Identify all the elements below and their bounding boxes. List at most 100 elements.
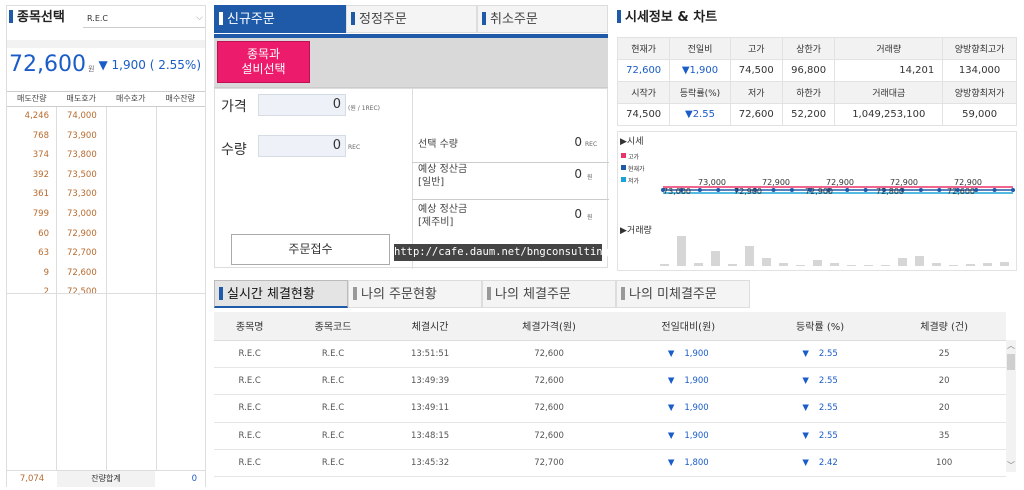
hdr-lower-limit: 하한가 [781,81,836,104]
cell-price: 72,600 [479,340,619,368]
stock-select-title-text: 종목선택 [17,10,65,25]
market-info-title-text: 시세정보 & 차트 [625,10,718,25]
down-triangle-icon: ▼ [667,403,675,414]
tab-cancel-order[interactable]: 취소주문 [477,5,608,33]
val-volume: 14,201 [834,59,944,82]
volume-bar [966,264,975,266]
value: 1,800 [684,458,709,469]
trades-table: 종목명 종목코드 체결시간 체결가격(원) 전일대비(원) 등락률 (%) 체결… [214,312,1006,478]
volume-bar [728,264,737,266]
hdr-open: 시작가 [616,81,671,104]
tab-bar-icon [353,287,357,300]
table-row[interactable]: R.E.C R.E.C 13:48:15 72,600 ▼ 1,900 ▼ 2.55 35 [214,422,1006,451]
price-chart: ▶시세 고가 현재가 저가 73,000 72,900 72,900 72,900 72,900… [617,131,1024,271]
tab-bar-icon [487,287,491,300]
header-bid-price: 매수호가 [116,94,146,103]
price-unit: (원 / 1REC) [348,105,381,112]
tab-my-filled[interactable]: 나의 체결주문 [482,280,616,308]
tab-new-order[interactable]: 신규주문 [214,5,346,33]
ask-qty: 361 [32,189,49,200]
price-change: ▼ 1,900 ( 2.55%) [98,58,201,72]
value: 1,900 [684,348,709,359]
divider [7,40,205,48]
volume-bar [1000,262,1009,266]
val-rate: ▼2.55 [669,103,731,126]
value: 1,900 [684,403,709,414]
chevron-down-icon: ⌵ [196,13,203,23]
data-point [1011,188,1015,192]
quantity-input[interactable]: 0 [258,135,346,157]
down-triangle-icon: ▼ [802,376,809,387]
divider [412,199,609,200]
cell-code: R.E.C [285,367,381,396]
selected-qty-value: 0 [574,135,582,149]
trade-tabs: 실시간 체결현황 나의 주문현황 나의 체결주문 나의 미체결주문 [214,280,1014,308]
ask-qty: 768 [32,130,49,141]
tab-modify-order[interactable]: 정정주문 [346,5,477,33]
tab-bar-icon [351,12,355,25]
submit-order-button[interactable]: 주문접수 [231,234,390,265]
tab-my-orders[interactable]: 나의 주문현황 [348,280,482,308]
val-bidir-low: 59,000 [942,103,1017,126]
market-header-row: 현재가 전일비 고가 상한가 거래량 양방향최고가 [616,37,1017,60]
ask-price: 73,900 [67,130,97,141]
legend-swatch [621,177,626,182]
table-row[interactable]: R.E.C R.E.C 13:49:39 72,600 ▼ 1,900 ▼ 2.55 20 [214,367,1006,396]
scroll-up-icon[interactable]: ︿ [1006,340,1016,352]
market-info-table: 현재가 전일비 고가 상한가 거래량 양방향최고가 72,600 ▼1,900 … [616,37,1017,126]
total-ask-qty: 7,074 [19,474,45,484]
tab-my-unfilled[interactable]: 나의 미체결주문 [616,280,750,308]
volume-bar [796,265,805,266]
hdr-trade-amount: 거래대금 [834,81,944,104]
cell-name: R.E.C [214,340,286,368]
value: 2.55 [818,430,838,441]
table-row[interactable]: R.E.C R.E.C 13:51:51 72,600 ▼ 1,900 ▼ 2.55 25 [214,340,1006,368]
ask-qty: 60 [38,228,49,239]
down-triangle-icon: ▼ [802,458,809,469]
hdr-bidir-high: 양방향최고가 [942,37,1017,60]
cell-rate: ▼ 2.55 [757,340,883,368]
table-row[interactable]: R.E.C R.E.C 13:45:32 72,700 ▼ 1,800 ▼ 2.42 100 [214,449,1006,478]
hdr-current: 현재가 [616,37,671,60]
trades-header-row: 종목명 종목코드 체결시간 체결가격(원) 전일대비(원) 등락률 (%) 체결… [214,312,1006,341]
tab-my-unfilled-label: 나의 미체결주문 [629,287,717,302]
select-item-facility-button[interactable]: 종목과 설비선택 [217,41,310,83]
divider [412,89,413,269]
tab-realtime-trades[interactable]: 실시간 체결현황 [214,280,348,308]
cell-price: 72,700 [479,449,619,478]
tab-my-orders-label: 나의 주문현황 [361,287,437,302]
tab-bar-icon [621,287,625,300]
legend-swatch [621,165,626,170]
cell-volume: 25 [882,340,1006,368]
table-row[interactable]: R.E.C R.E.C 13:49:11 72,600 ▼ 1,900 ▼ 2.55 20 [214,394,1006,423]
scroll-down-icon[interactable]: ﹀ [1006,460,1016,472]
ask-price: 74,000 [67,111,97,121]
volume-bar [711,251,720,266]
cell-volume: 35 [882,422,1006,451]
cell-name: R.E.C [214,394,286,423]
volume-bar [898,258,907,266]
settlement-island-value: 0 [574,207,582,221]
hdr-upper-limit: 상한가 [781,37,836,60]
cell-rate: ▼ 2.55 [757,422,883,451]
data-label: 72,800 [876,187,904,196]
stock-dropdown[interactable]: R.E.C ⌵ [83,12,205,28]
ask-price: 73,300 [67,189,97,200]
price-input[interactable]: 0 [258,94,346,116]
scroll-thumb[interactable] [1007,354,1015,370]
quantity-unit: REC [348,144,361,151]
data-point [937,188,942,192]
val-upper-limit: 96,800 [781,59,836,82]
market-value-row: 72,600 ▼1,900 74,500 96,800 14,201 134,0… [616,59,1017,82]
volume-bar [779,263,788,266]
col-code: 종목코드 [285,312,381,341]
tab-bar-icon [219,12,223,25]
val-high: 74,500 [729,59,783,82]
cell-code: R.E.C [285,449,381,478]
volume-bar [949,265,958,266]
hdr-volume: 거래량 [834,37,944,60]
cell-price: 72,600 [479,367,619,396]
ask-qty: 392 [32,169,49,180]
trades-scrollbar[interactable]: ︿ ﹀ [1006,340,1016,472]
header-bid-qty: 매수잔량 [165,94,195,103]
